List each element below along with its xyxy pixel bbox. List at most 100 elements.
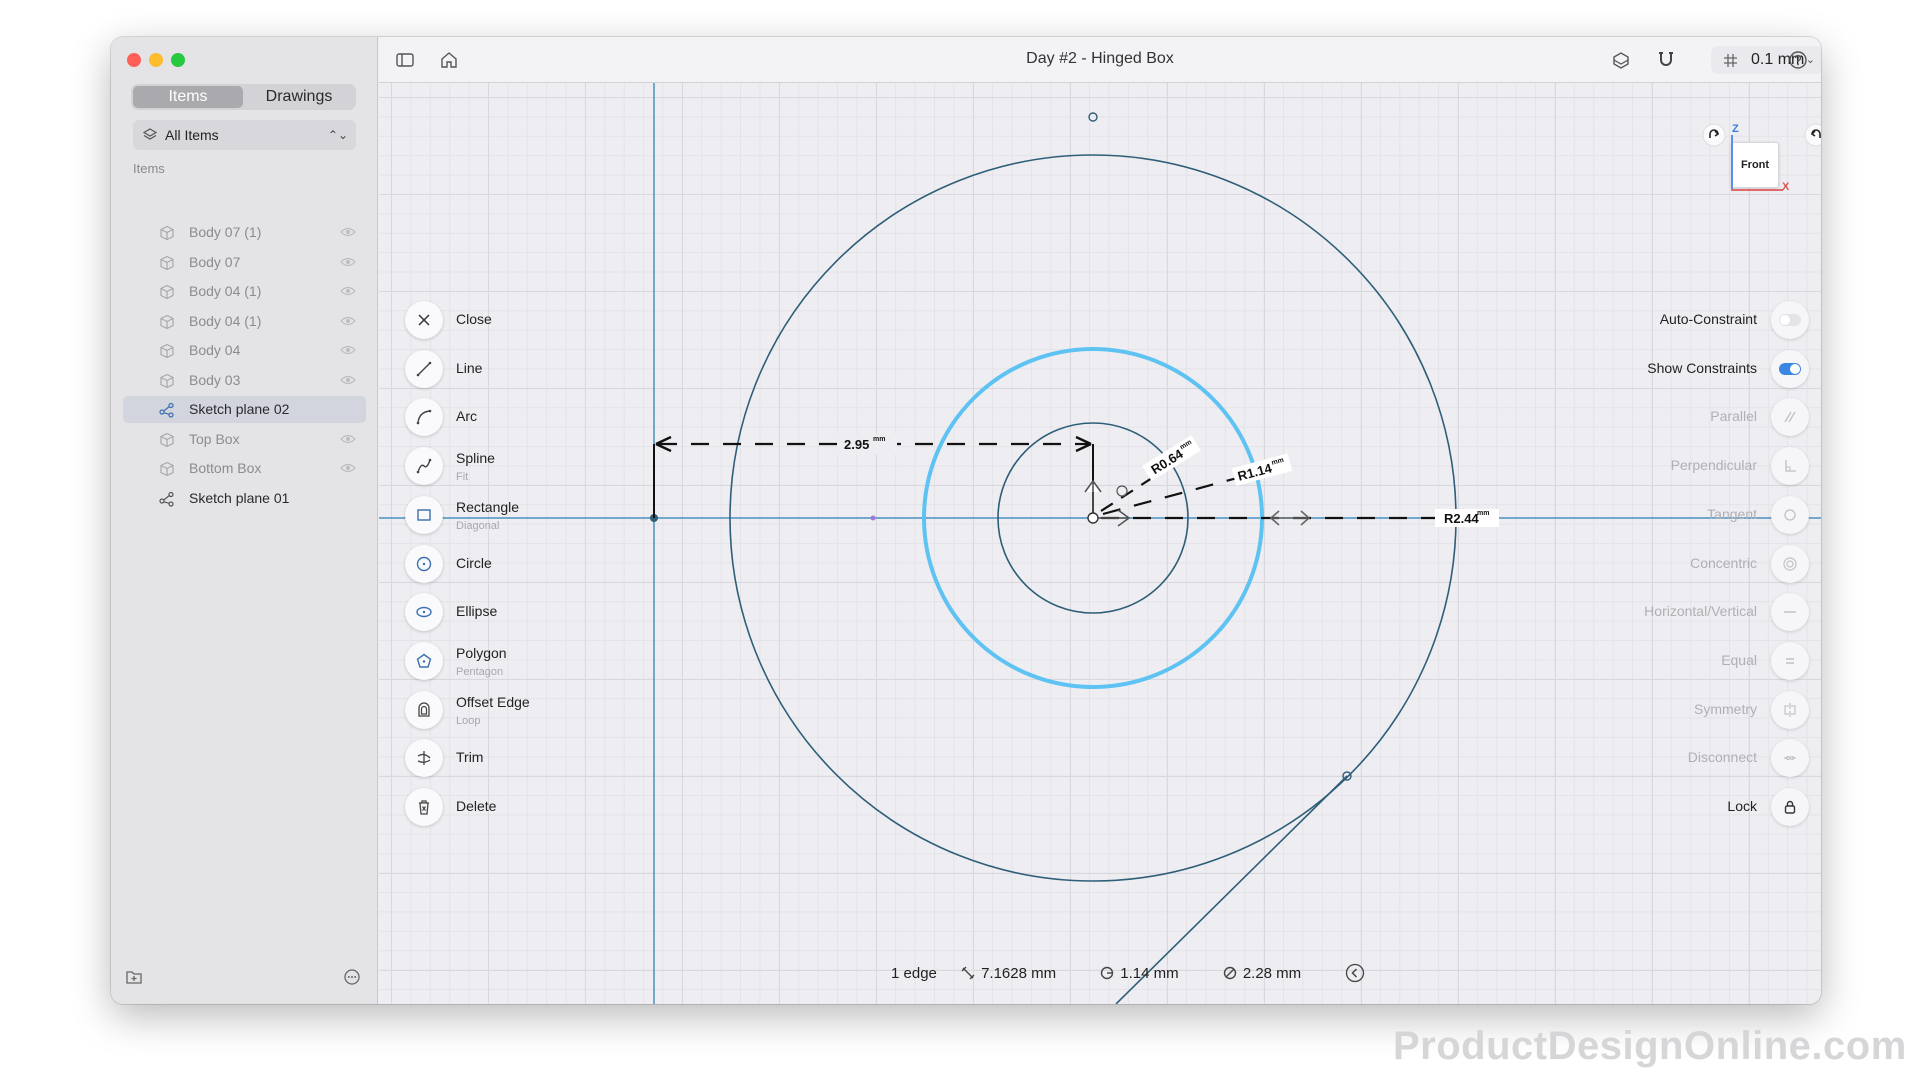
visibility-eye-icon[interactable] [340,256,356,268]
constraint-label: Disconnect [1687,749,1757,766]
tree-item[interactable]: Body 03 [123,367,366,394]
visibility-eye-icon[interactable] [340,285,356,297]
tool-icon-button[interactable] [405,495,443,534]
constraint-label: Show Constraints [1647,359,1757,376]
constraint-label: Equal [1721,651,1757,668]
constraint-label: Perpendicular [1670,457,1757,474]
tool-delete[interactable]: Delete [393,786,633,830]
tool-close[interactable]: Close [393,299,633,343]
constraint-symmetry[interactable]: Symmetry [1549,689,1809,733]
constraint-lock[interactable]: Lock [1549,786,1809,830]
magnet-snap-icon[interactable] [1656,50,1676,70]
tool-offset-edge[interactable]: Offset Edge Loop [393,689,633,733]
constraint-equal[interactable]: Equal [1549,640,1809,684]
tool-icon-button[interactable] [405,301,443,339]
constraint-disconnect[interactable]: Disconnect [1549,737,1809,781]
length-readout: 7.1628 mm [961,959,1076,989]
minimize-window-button[interactable] [149,53,163,67]
constraint-show-constraints[interactable]: Show Constraints [1549,348,1809,392]
zoom-window-button[interactable] [171,53,185,67]
tool-trim[interactable]: Trim [393,737,633,781]
parallel-icon [1784,412,1796,423]
polygon-icon [416,653,432,668]
tree-item-label: Top Box [189,430,240,447]
toggle-switch[interactable] [1771,301,1809,339]
tool-circle[interactable]: Circle [393,543,633,587]
tree-item[interactable]: Sketch plane 02 [123,396,366,423]
rotate-view-left-icon[interactable] [1702,123,1726,147]
help-icon[interactable] [1788,50,1808,70]
perpendicular-icon [1785,460,1796,472]
visibility-eye-icon[interactable] [340,315,356,327]
tool-icon-button[interactable] [405,788,443,826]
constraint-parallel[interactable]: Parallel [1549,396,1809,440]
constraint-icon-button[interactable] [1771,544,1809,583]
tree-item[interactable]: Body 07 [123,249,366,276]
constraint-icon-button[interactable] [1771,495,1809,534]
items-filter-picker[interactable]: All Items ⌃⌄ [133,120,356,150]
tool-icon-button[interactable] [405,349,443,388]
more-options-icon[interactable] [343,968,361,986]
arc-icon [416,410,432,425]
visibility-eye-icon[interactable] [340,226,356,238]
app-window: Items Drawings All Items ⌃⌄ Items Body 0… [111,37,1821,1004]
constraint-concentric[interactable]: Concentric [1549,543,1809,587]
visibility-eye-icon[interactable] [340,374,356,386]
tree-item[interactable]: Sketch plane 01 [123,485,366,512]
new-folder-icon[interactable] [125,968,143,986]
tool-icon-button[interactable] [405,739,443,778]
tree-item[interactable]: Body 04 (1) [123,278,366,305]
tool-spline[interactable]: Spline Fit [393,445,633,489]
constraint-auto-constraint[interactable]: Auto-Constraint [1549,299,1809,343]
constraint-icon-button[interactable] [1771,447,1809,486]
toggle-switch[interactable] [1771,349,1809,388]
materials-icon[interactable] [1611,50,1631,70]
tab-drawings[interactable]: Drawings [244,86,354,108]
visibility-eye-icon[interactable] [340,433,356,445]
body-cube-icon [160,284,174,300]
tool-arc[interactable]: Arc [393,396,633,440]
constraint-horizontal-vertical[interactable]: Horizontal/Vertical [1549,591,1809,635]
tool-icon-button[interactable] [405,447,443,486]
tab-items[interactable]: Items [133,86,243,108]
tool-ellipse[interactable]: Ellipse [393,591,633,635]
tool-icon-button[interactable] [405,690,443,729]
view-cube-face[interactable]: Front [1731,142,1779,188]
body-cube-icon [160,343,174,359]
delete-icon [419,800,429,815]
tree-item[interactable]: Bottom Box [123,455,366,482]
tool-label: Polygon [456,644,507,661]
chevron-left-circle-icon[interactable] [1345,963,1365,983]
tree-item[interactable]: Top Box [123,426,366,453]
tool-icon-button[interactable] [405,398,443,437]
close-window-button[interactable] [127,53,141,67]
constraint-icon-button[interactable] [1771,788,1809,826]
visibility-eye-icon[interactable] [340,344,356,356]
constraint-icon-button[interactable] [1771,593,1809,632]
tool-rectangle[interactable]: Rectangle Diagonal [393,494,633,538]
x-axis-label: X [1782,181,1790,193]
tree-item[interactable]: Body 04 [123,337,366,364]
tool-line[interactable]: Line [393,348,633,392]
rectangle-icon [417,509,431,521]
constraint-icon-button[interactable] [1771,690,1809,729]
constraint-icon-button[interactable] [1771,641,1809,680]
body-cube-icon [160,432,174,447]
constraint-icon-button[interactable] [1771,739,1809,778]
constraint-tangent[interactable]: Tangent [1549,494,1809,538]
tool-icon-button[interactable] [405,641,443,680]
rotate-view-right-icon[interactable] [1804,123,1821,147]
tool-polygon[interactable]: Polygon Pentagon [393,640,633,684]
symmetry-icon [1784,702,1796,717]
tool-icon-button[interactable] [405,544,443,583]
tree-item-label: Body 03 [189,371,241,388]
body-cube-icon [160,314,174,329]
tree-item[interactable]: Body 04 (1) [123,308,366,335]
view-cube[interactable]: Front Z X [1702,123,1821,233]
toggle-track [1779,362,1801,375]
constraint-perpendicular[interactable]: Perpendicular [1549,445,1809,489]
visibility-eye-icon[interactable] [340,462,356,474]
constraint-icon-button[interactable] [1771,398,1809,437]
tree-item[interactable]: Body 07 (1) [123,219,366,246]
tool-icon-button[interactable] [405,593,443,632]
